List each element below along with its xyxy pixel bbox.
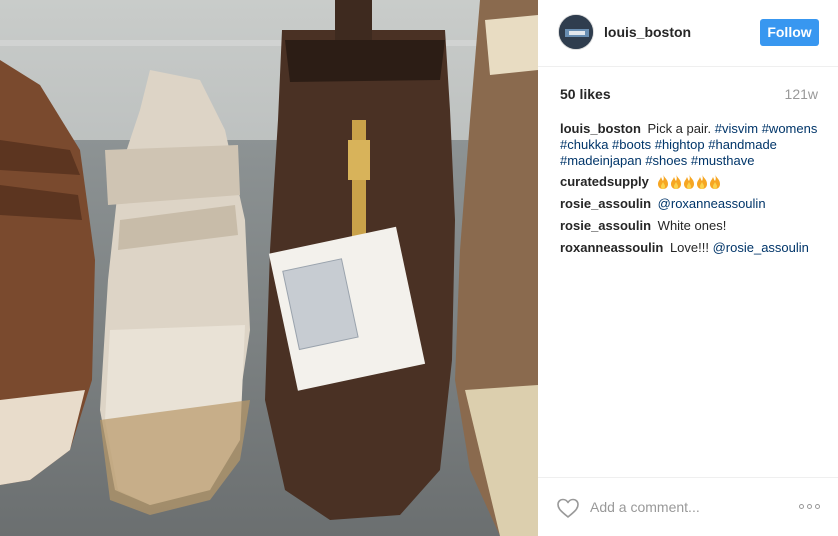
hashtag[interactable]: #handmade: [708, 137, 777, 152]
hashtag[interactable]: #shoes: [645, 153, 687, 168]
comment: rosie_assoulin @roxanneassoulin: [560, 196, 822, 212]
caption: louis_boston Pick a pair. #visvim #women…: [560, 121, 822, 169]
caption-text: Pick a pair.: [647, 121, 712, 136]
fire-icon: [671, 174, 682, 189]
comment-mention[interactable]: @rosie_assoulin: [713, 240, 809, 255]
comment-text: Love!!!: [669, 240, 709, 255]
hashtag[interactable]: #musthave: [691, 153, 755, 168]
more-options-icon[interactable]: [799, 504, 820, 509]
heart-icon[interactable]: [556, 497, 580, 519]
boots-photo-image: [0, 0, 538, 536]
comment: roxanneassoulin Love!!! @rosie_assoulin: [560, 240, 822, 256]
follow-button[interactable]: Follow: [760, 19, 819, 46]
comment-bar: Add a comment...: [538, 477, 838, 536]
comment-username[interactable]: roxanneassoulin: [560, 240, 663, 255]
likes-count[interactable]: 50 likes: [560, 86, 611, 102]
hashtag[interactable]: #hightop: [655, 137, 705, 152]
avatar[interactable]: [558, 14, 594, 50]
comment-username[interactable]: rosie_assoulin: [560, 218, 651, 233]
hashtag[interactable]: #madeinjapan: [560, 153, 642, 168]
post-photo[interactable]: [0, 0, 538, 536]
more-dot: [815, 504, 820, 509]
hashtag[interactable]: #visvim: [715, 121, 758, 136]
comment-mention[interactable]: @roxanneassoulin: [658, 196, 766, 211]
hashtag[interactable]: #boots: [612, 137, 651, 152]
comment: rosie_assoulin White ones!: [560, 218, 822, 234]
post-detail-panel: louis_boston Follow 50 likes 121w louis_…: [538, 0, 838, 536]
fire-icon: [684, 174, 695, 189]
fire-icon: [658, 174, 669, 189]
more-dot: [799, 504, 804, 509]
more-dot: [807, 504, 812, 509]
post-header: louis_boston Follow: [538, 0, 838, 67]
post-timestamp[interactable]: 121w: [785, 86, 818, 102]
hashtag[interactable]: #womens: [762, 121, 818, 136]
fire-icon: [710, 174, 721, 189]
fire-icon: [697, 174, 708, 189]
hashtag[interactable]: #chukka: [560, 137, 608, 152]
add-comment-input[interactable]: Add a comment...: [590, 499, 700, 515]
comment-username[interactable]: rosie_assoulin: [560, 196, 651, 211]
comment-text: White ones!: [657, 218, 727, 233]
comment: curatedsupply: [560, 174, 822, 190]
post-username[interactable]: louis_boston: [604, 24, 691, 40]
fire-emoji-group: [657, 174, 721, 189]
caption-username[interactable]: louis_boston: [560, 121, 641, 136]
comment-username[interactable]: curatedsupply: [560, 174, 649, 189]
comments-list: louis_boston Pick a pair. #visvim #women…: [560, 121, 822, 262]
